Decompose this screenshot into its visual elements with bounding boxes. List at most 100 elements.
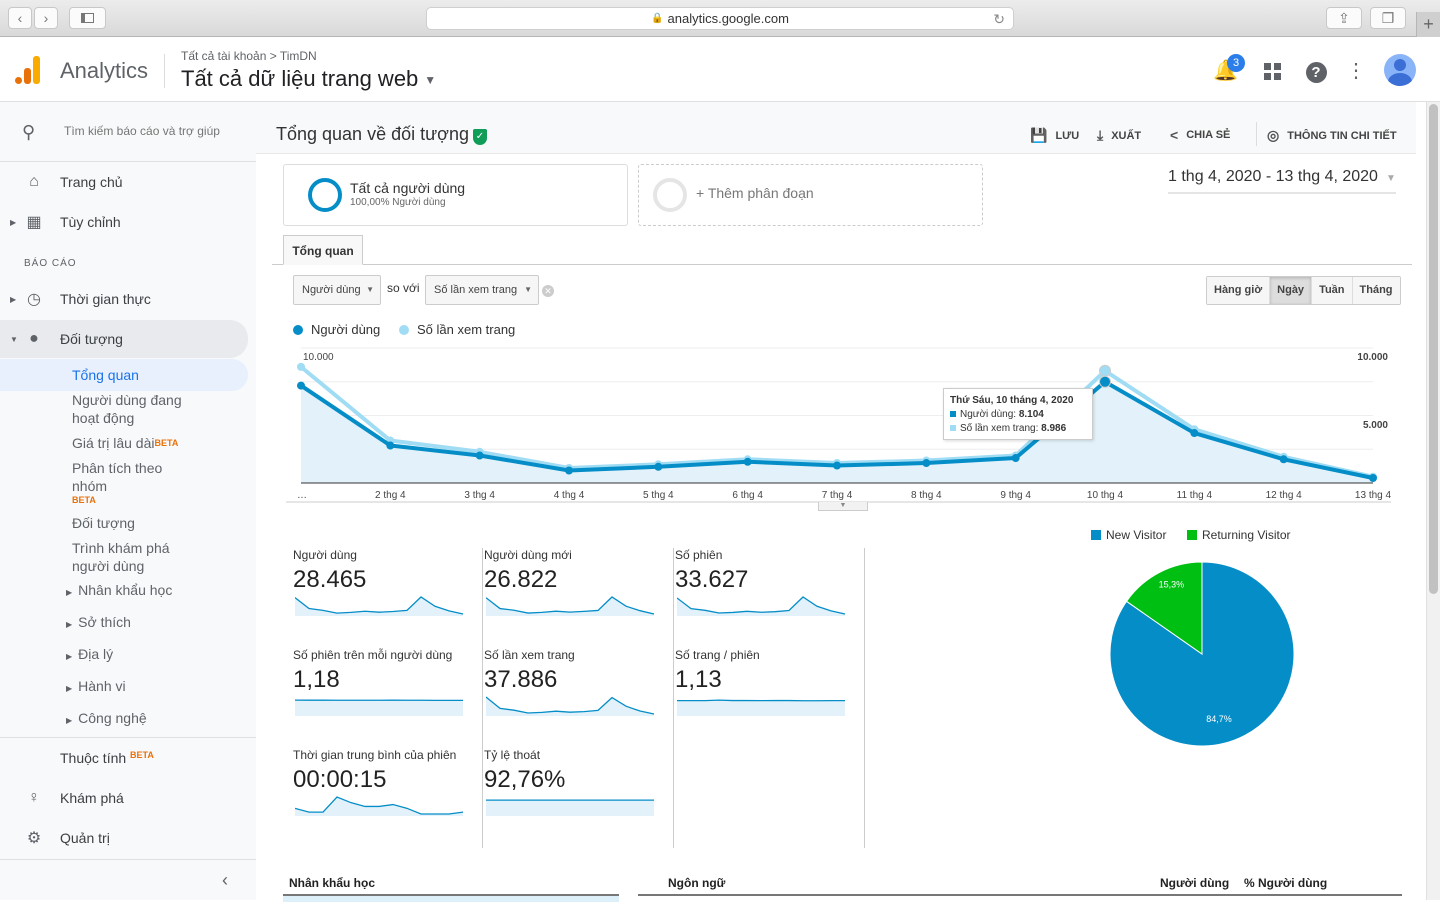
segment-all-users[interactable]: Tất cả người dùng 100,00% Người dùng — [283, 164, 628, 226]
sidebar-item-audience[interactable]: ▼ ● Đối tượng — [0, 320, 248, 358]
new-tab-button[interactable]: + — [1416, 12, 1440, 37]
sidebar-item-attribution[interactable]: Thuộc tính BETA — [0, 740, 248, 776]
legend-item-users[interactable]: Người dùng — [293, 322, 380, 337]
breadcrumb[interactable]: Tất cả tài khoản > TimDN — [181, 49, 317, 63]
tooltip-date: Thứ Sáu, 10 tháng 4, 2020 — [950, 394, 1086, 408]
app-header: Analytics Tất cả tài khoản > TimDN Tất c… — [0, 38, 1440, 102]
insights-button[interactable]: ◎THÔNG TIN CHI TIẾT — [1267, 127, 1397, 144]
tab-overview[interactable]: Tổng quan — [283, 235, 363, 265]
caret-down-icon: ▼ — [424, 73, 436, 87]
page-scrollbar[interactable] — [1426, 102, 1440, 900]
help-icon[interactable]: ? — [1305, 60, 1327, 82]
sidebar-item-audiences[interactable]: Đối tượng — [72, 514, 212, 532]
sidebar-item-admin[interactable]: ⚙ Quản trị — [0, 820, 248, 856]
more-vert-icon[interactable]: ⋮ — [1345, 60, 1367, 82]
view-selector[interactable]: Tất cả dữ liệu trang web▼ — [181, 66, 436, 92]
primary-metric-select[interactable]: Người dùng▼ — [293, 275, 381, 305]
sidebar-item-technology[interactable]: ▶Công nghệ — [66, 710, 147, 726]
insights-icon: ◎ — [1267, 127, 1279, 144]
x-tick-label: 8 thg 4 — [911, 490, 942, 501]
metric-card[interactable]: Số trang / phiên1,13 — [675, 648, 865, 748]
remove-comparison-icon[interactable]: ✕ — [542, 285, 554, 297]
metric-card[interactable]: Tỷ lệ thoát92,76% — [484, 748, 674, 848]
sidebar-item-demographics[interactable]: ▶ Nhân khẩu học — [66, 582, 172, 598]
page-title: Tổng quan về đối tượng✓ — [276, 124, 487, 145]
analytics-logo-icon[interactable] — [15, 56, 43, 84]
back-button[interactable]: ‹ — [8, 7, 32, 29]
sidebar-item-audience-overview[interactable]: Tổng quan — [0, 359, 248, 391]
sidebar-item-active-users[interactable]: Người dùng đang hoạt động — [72, 391, 212, 427]
line-chart[interactable]: 10.0005.00010.0005.000…2 thg 43 thg 44 t… — [286, 338, 1406, 518]
sidebar-item-label: Nhân khẩu học — [78, 582, 172, 598]
sidebar-item-behavior[interactable]: ▶Hành vi — [66, 678, 126, 694]
search-input[interactable] — [64, 120, 229, 142]
granularity-hourly[interactable]: Hàng giờ — [1207, 277, 1270, 304]
sidebar-item-customization[interactable]: ▶ ▦ Tùy chỉnh — [0, 204, 248, 240]
sidebar-item-label: Thời gian thực — [60, 291, 151, 307]
share-icon: ⇪ — [1338, 10, 1350, 27]
add-segment-button[interactable]: + Thêm phân đoạn — [638, 164, 983, 226]
granularity-month[interactable]: Tháng — [1353, 277, 1400, 304]
sidebar-item-lifetime-value[interactable]: Giá trị lâu dàiBETA — [72, 434, 212, 452]
tooltip-users-value: 8.104 — [1019, 409, 1044, 420]
beta-badge: BETA — [154, 438, 178, 448]
metric-value: 33.627 — [675, 566, 748, 594]
metric-card[interactable]: Số lần xem trang37.886 — [484, 648, 674, 748]
scrollbar-thumb[interactable] — [1429, 104, 1438, 594]
column-header-users[interactable]: Người dùng — [1160, 876, 1229, 890]
metric-value: 37.886 — [484, 666, 557, 694]
expand-arrow-icon: ▶ — [66, 652, 72, 661]
download-icon: ⤓ — [1097, 127, 1103, 144]
sidebar-item-discover[interactable]: ♀ Khám phá — [0, 780, 248, 816]
sidebar-item-home[interactable]: ⌂ Trang chủ — [0, 164, 248, 200]
metric-card[interactable]: Người dùng mới26.822 — [484, 548, 674, 648]
verified-shield-icon: ✓ — [473, 129, 487, 145]
gear-icon: ⚙ — [24, 828, 44, 848]
sidebar-item-cohort-analysis[interactable]: Phân tích theo nhómBETA — [72, 459, 212, 505]
share-button[interactable]: ⇪ — [1326, 7, 1362, 29]
expand-arrow-icon: ▶ — [66, 588, 72, 597]
account-avatar[interactable] — [1384, 54, 1416, 86]
apps-grid-icon[interactable] — [1261, 60, 1283, 82]
search-icon: ⚲ — [22, 122, 35, 143]
legend-item-pageviews[interactable]: Số lần xem trang — [399, 322, 515, 337]
sidebar-item-realtime[interactable]: ▶ ◷ Thời gian thực — [0, 281, 248, 317]
granularity-day[interactable]: Ngày — [1270, 277, 1312, 304]
metric-card[interactable]: Số phiên33.627 — [675, 548, 865, 648]
forward-button[interactable]: › — [34, 7, 58, 29]
selected-row[interactable] — [283, 896, 619, 902]
pie-legend-new[interactable]: New Visitor — [1091, 528, 1166, 542]
toolbar-divider — [1256, 122, 1257, 146]
sidebar-toggle-button[interactable] — [69, 7, 106, 29]
users-point — [565, 467, 573, 475]
export-button[interactable]: ⤓XUẤT — [1097, 127, 1141, 144]
secondary-metric-select[interactable]: Số lần xem trang▼ — [425, 275, 539, 305]
pageviews-point — [297, 363, 305, 371]
granularity-week[interactable]: Tuần — [1312, 277, 1352, 304]
address-bar[interactable]: 🔒 analytics.google.com ↻ — [426, 7, 1014, 30]
expand-arrow-icon: ▶ — [10, 295, 16, 304]
tabs-button[interactable]: ❐ — [1370, 7, 1406, 29]
date-range-picker[interactable]: 1 thg 4, 2020 - 13 thg 4, 2020▼ — [1168, 168, 1396, 194]
metric-card[interactable]: Số phiên trên mỗi người dùng1,18 — [293, 648, 483, 748]
sidebar-item-user-explorer[interactable]: Trình khám phá người dùng — [72, 539, 192, 575]
caret-down-icon: ▼ — [366, 276, 374, 304]
column-header-pct-users[interactable]: % Người dùng — [1244, 876, 1327, 890]
collapse-sidebar-icon[interactable]: ‹ — [222, 870, 228, 891]
sidebar-item-interests[interactable]: ▶Sở thích — [66, 614, 131, 630]
metric-card[interactable]: Thời gian trung bình của phiên00:00:15 — [293, 748, 483, 848]
metric-value: 1,18 — [293, 666, 340, 694]
save-button[interactable]: 💾LƯU — [1030, 127, 1079, 144]
share-report-button[interactable]: <CHIA SẺ — [1170, 127, 1230, 143]
pie-legend-returning[interactable]: Returning Visitor — [1187, 528, 1291, 542]
visitor-type-pie-chart[interactable]: 84,7%15,3% — [1106, 558, 1306, 758]
reload-icon[interactable]: ↻ — [993, 11, 1005, 28]
legend-label: New Visitor — [1106, 528, 1166, 542]
metric-card[interactable]: Người dùng28.465 — [293, 548, 483, 648]
users-point — [386, 442, 394, 450]
chart-expand-handle[interactable]: ▼ — [818, 502, 868, 511]
metric-label: Thời gian trung bình của phiên — [293, 748, 456, 762]
chevron-left-icon: ‹ — [18, 10, 23, 26]
y-left-tick-label: 10.000 — [303, 352, 334, 363]
sidebar-item-geo[interactable]: ▶Địa lý — [66, 646, 113, 662]
